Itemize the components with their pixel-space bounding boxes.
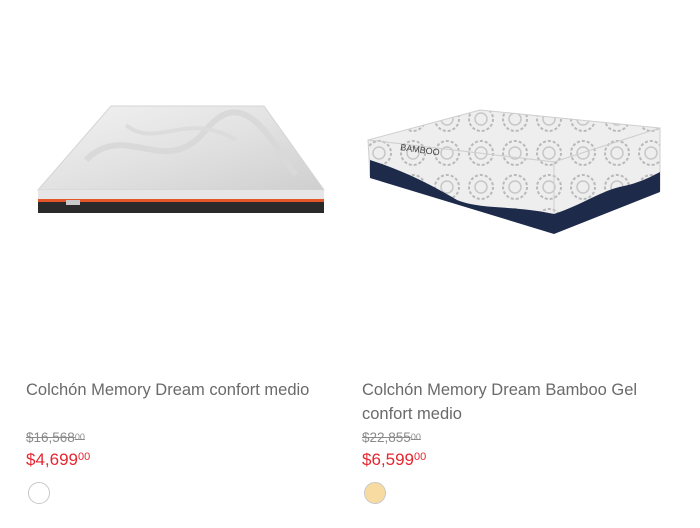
product-card[interactable]: BAMBOO Colchón Memory Dream Bamboo Gel c… bbox=[362, 0, 682, 528]
sale-price-cents: 00 bbox=[78, 451, 91, 463]
sale-price-cents: 00 bbox=[414, 451, 427, 463]
product-title[interactable]: Colchón Memory Dream confort medio bbox=[26, 378, 336, 402]
original-price: $22,85500 bbox=[362, 430, 421, 445]
sale-price-amount: $6,599 bbox=[362, 450, 414, 469]
color-swatch-cream[interactable] bbox=[364, 482, 386, 504]
product-card[interactable]: Colchón Memory Dream confort medio $16,5… bbox=[26, 0, 346, 528]
color-swatch-white[interactable] bbox=[28, 482, 50, 504]
product-image[interactable] bbox=[26, 0, 336, 360]
mattress-topper-image bbox=[36, 105, 325, 213]
original-price-cents: 00 bbox=[74, 432, 85, 442]
original-price-cents: 00 bbox=[410, 432, 421, 442]
mattress-bamboo-gel-image: BAMBOO bbox=[367, 109, 661, 234]
original-price-amount: $16,568 bbox=[26, 430, 75, 445]
original-price-amount: $22,855 bbox=[362, 430, 411, 445]
sale-price: $6,59900 bbox=[362, 450, 426, 470]
original-price: $16,56800 bbox=[26, 430, 85, 445]
product-image[interactable]: BAMBOO bbox=[362, 0, 672, 360]
product-title[interactable]: Colchón Memory Dream Bamboo Gel confort … bbox=[362, 378, 672, 426]
sale-price-amount: $4,699 bbox=[26, 450, 78, 469]
sale-price: $4,69900 bbox=[26, 450, 90, 470]
